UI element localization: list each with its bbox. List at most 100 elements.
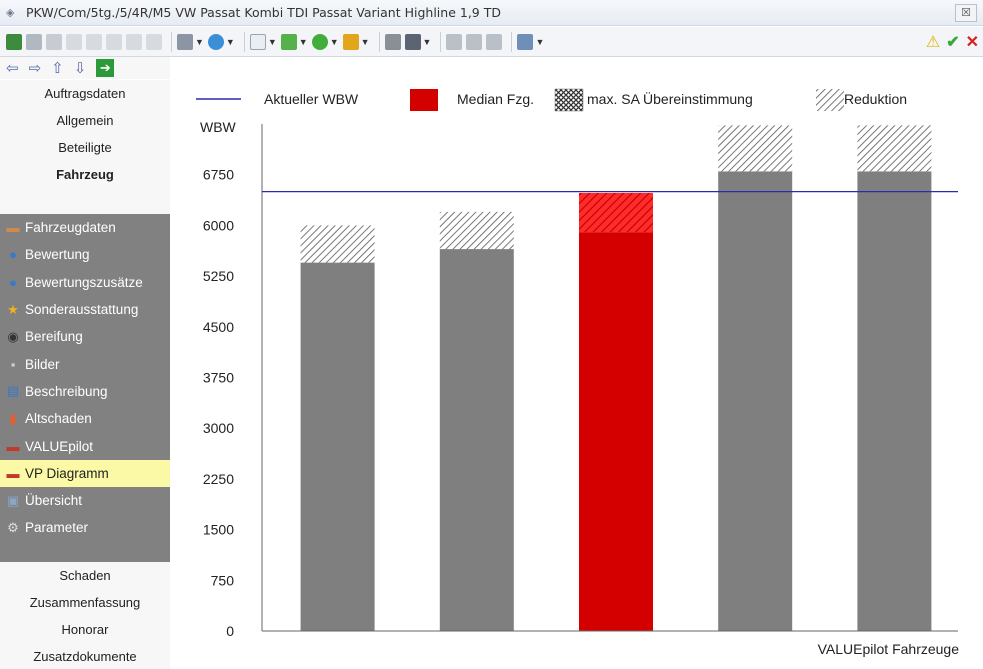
print-icon[interactable]: [46, 32, 62, 52]
vp-diagram-chart: Aktueller WBW Median Fzg. max. SA Überei…: [176, 80, 983, 669]
median-bar: [579, 232, 653, 631]
sidebar-item-fahrzeug[interactable]: Fahrzeug: [0, 161, 170, 188]
camera-icon[interactable]: [384, 32, 401, 52]
car-red-icon: ▬: [6, 465, 20, 481]
sidebar-group-fahrzeug: ▬ Fahrzeugdaten ● Bewertung ● Bewertungs…: [0, 214, 170, 562]
ok-icon[interactable]: ✔: [946, 32, 959, 52]
sidebar-item-uebersicht[interactable]: ▣ Übersicht: [0, 487, 170, 514]
sidebar-item-auftragsdaten[interactable]: Auftragsdaten: [0, 80, 170, 107]
sidebar-item-bewertungszusaetze[interactable]: ● Bewertungszusätze: [0, 269, 170, 296]
sidebar-item-allgemein[interactable]: Allgemein: [0, 107, 170, 134]
euro-icon: ●: [9, 247, 17, 263]
vehicle-bar: [300, 262, 375, 631]
overview-icon: ▣: [6, 492, 20, 508]
legend-sa-swatch: [554, 88, 584, 112]
legend-median-label: Median Fzg.: [457, 91, 534, 107]
sidebar-item-vp-diagramm[interactable]: ▬ VP Diagramm: [0, 459, 170, 487]
chevron-down-icon[interactable]: ▼: [423, 37, 432, 47]
down-arrow-icon[interactable]: ⇩: [74, 59, 87, 77]
chevron-down-icon[interactable]: ▼: [361, 37, 370, 47]
sidebar-item-valuepilot[interactable]: ▬ VALUEpilot: [0, 432, 170, 459]
sidebar-item-beteiligte[interactable]: Beteiligte: [0, 134, 170, 161]
sidebar-item-zusammenfassung[interactable]: Zusammenfassung: [0, 589, 170, 616]
green-doc-icon[interactable]: ▼: [280, 32, 308, 52]
sidebar-item-schaden[interactable]: Schaden: [0, 562, 170, 589]
search-a-icon[interactable]: [66, 32, 82, 52]
toolbar: ▼ ▼ ▼ ▼ ▼ ▼ ▼ ▼ ⚠ ✔ ✕: [0, 27, 983, 57]
chart-svg: Aktueller WBW Median Fzg. max. SA Überei…: [196, 88, 959, 657]
legend-sa-label: max. SA Übereinstimmung: [587, 90, 753, 107]
search-d-icon[interactable]: [126, 32, 142, 52]
car-icon[interactable]: [446, 32, 463, 52]
module-icon[interactable]: ▼: [177, 32, 204, 52]
car-icon: ▬: [6, 220, 20, 236]
sidebar-item-fahrzeugdaten[interactable]: ▬ Fahrzeugdaten: [0, 214, 170, 241]
sidebar-item-label: Altschaden: [25, 411, 92, 427]
forward-arrow-icon[interactable]: ⇨: [29, 59, 42, 77]
sidebar-item-altschaden[interactable]: ▮ Altschaden: [0, 405, 170, 432]
y-tick-label: 3000: [203, 420, 234, 436]
sidebar-item-bereifung[interactable]: ◉ Bereifung: [0, 323, 170, 350]
legend-line-label: Aktueller WBW: [264, 91, 359, 107]
legend-reduction-swatch: [816, 89, 844, 111]
y-tick-label: 3750: [203, 370, 234, 386]
sidebar-item-label: Übersicht: [25, 493, 83, 509]
chevron-down-icon[interactable]: ▼: [299, 37, 308, 47]
chart-icon[interactable]: ▼: [342, 32, 370, 52]
sidebar-item-label: Bewertung: [25, 247, 90, 263]
sidebar-item-parameter[interactable]: ⚙ Parameter: [0, 514, 170, 541]
reduction-segment: [718, 125, 793, 172]
status-icons: ⚠ ✔ ✕: [926, 32, 979, 52]
document-icon[interactable]: ▼: [249, 32, 277, 52]
up-arrow-icon[interactable]: ⇧: [51, 59, 64, 77]
warning-icon[interactable]: ⚠: [926, 32, 940, 52]
sidebar-item-label: VP Diagramm: [25, 465, 109, 481]
film-icon[interactable]: ▼: [404, 32, 432, 52]
calculator-icon[interactable]: [6, 32, 22, 52]
sidebar-item-zusatzdokumente[interactable]: Zusatzdokumente: [0, 643, 170, 669]
y-tick-label: 750: [211, 572, 235, 588]
gears-icon: ⚙: [7, 519, 19, 535]
y-axis-label: WBW: [200, 119, 237, 135]
chevron-down-icon[interactable]: ▼: [535, 37, 544, 47]
camera-icon: ▪: [10, 356, 16, 372]
y-tick-label: 2250: [203, 471, 234, 487]
sidebar-item-label: Beschreibung: [25, 383, 108, 399]
sidebar-item-beschreibung[interactable]: ▤ Beschreibung: [0, 378, 170, 405]
reduction-segment: [579, 192, 653, 233]
toolbar-separator: [511, 31, 513, 52]
vehicle-bar: [857, 171, 932, 631]
chevron-down-icon[interactable]: ▼: [268, 37, 277, 47]
search-e-icon[interactable]: [146, 32, 162, 52]
sidebar-item-bewertung[interactable]: ● Bewertung: [0, 241, 170, 268]
go-button[interactable]: ➔: [96, 59, 115, 77]
vehicle-bar: [439, 249, 514, 631]
sidebar-item-bilder[interactable]: ▪ Bilder: [0, 350, 170, 377]
car-red-icon: ▬: [6, 438, 20, 454]
search-c-icon[interactable]: [106, 32, 122, 52]
printer-icon[interactable]: ▼: [517, 32, 544, 52]
sidebar-item-label: Bereifung: [25, 329, 83, 345]
sidebar-item-sonderausstattung[interactable]: ★ Sonderausstattung: [0, 296, 170, 323]
damage-icon: ▮: [9, 410, 17, 426]
y-axis-ticks: 0 750 1500 2250 3000 3750 4500 5250 6000 6750: [203, 167, 234, 639]
window-title: PKW/Com/5tg./5/4R/M5 VW Passat Kombi TDI…: [26, 5, 501, 20]
chevron-down-icon[interactable]: ▼: [226, 37, 235, 47]
sidebar: Auftragsdaten Allgemein Beteiligte Fahrz…: [0, 80, 170, 669]
export-icon[interactable]: [26, 32, 42, 52]
tools-icon[interactable]: [466, 32, 483, 52]
sidebar-item-honorar[interactable]: Honorar: [0, 616, 170, 643]
globe-icon[interactable]: ▼: [207, 32, 235, 52]
search-b-icon[interactable]: [86, 32, 102, 52]
legend-reduction-label: Reduktion: [844, 91, 907, 107]
chevron-down-icon[interactable]: ▼: [195, 37, 204, 47]
tire-icon: ◉: [7, 328, 19, 344]
chevron-down-icon[interactable]: ▼: [330, 37, 339, 47]
book-icon[interactable]: [486, 32, 503, 52]
cancel-icon[interactable]: ✕: [966, 32, 979, 52]
sidebar-item-label: VALUEpilot: [25, 438, 94, 454]
sidebar-item-label: Parameter: [25, 520, 89, 536]
back-arrow-icon[interactable]: ⇦: [6, 59, 19, 77]
arrow-icon[interactable]: ▼: [311, 32, 339, 52]
close-button[interactable]: ☒: [955, 4, 977, 22]
